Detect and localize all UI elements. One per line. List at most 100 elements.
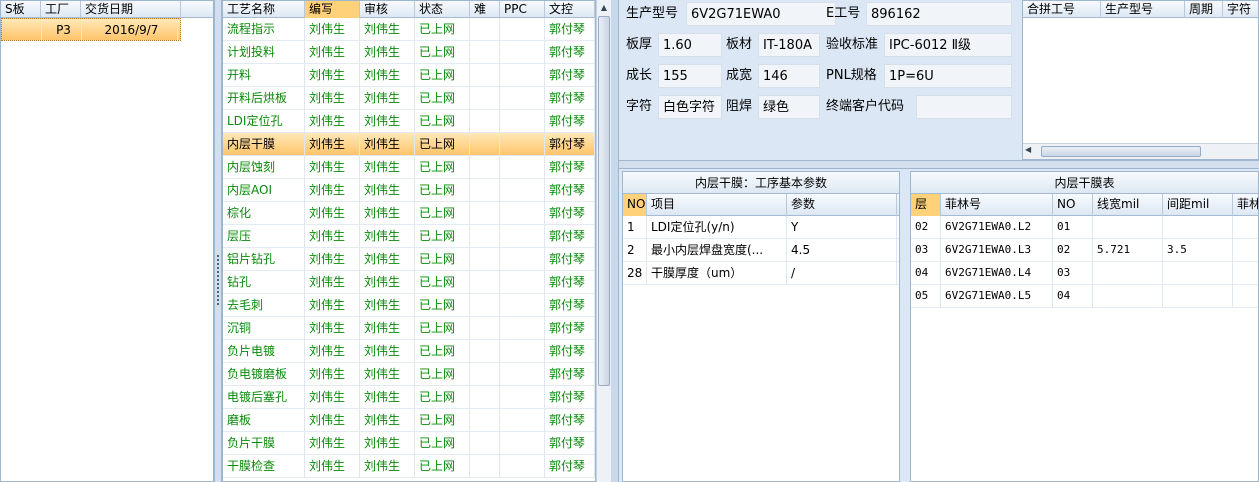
process-cell-reviewer: 刘伟生	[360, 133, 415, 156]
process-row[interactable]: 磨板 刘伟生 刘伟生 已上网 郭付琴	[223, 409, 595, 432]
order-date: 2016/9/7	[82, 19, 178, 42]
col-doc-control[interactable]: 文控	[545, 1, 595, 18]
process-cell-ppc	[500, 409, 545, 432]
process-cell-doc: 郭付琴	[545, 110, 595, 133]
col-process-name[interactable]: 工艺名称	[223, 1, 305, 18]
process-row[interactable]: LDI定位孔 刘伟生 刘伟生 已上网 郭付琴	[223, 110, 595, 133]
process-cell-status: 已上网	[415, 110, 470, 133]
col-merge-no[interactable]: 合拼工号	[1023, 1, 1101, 18]
col-film-no[interactable]: 菲林号	[941, 194, 1053, 216]
process-cell-doc: 郭付琴	[545, 18, 595, 41]
process-row[interactable]: 棕化 刘伟生 刘伟生 已上网 郭付琴	[223, 202, 595, 225]
process-scrollbar[interactable]: ▲	[596, 0, 611, 482]
col-status[interactable]: 状态	[415, 1, 470, 18]
order-row[interactable]: P3 2016/9/7	[1, 18, 181, 42]
col-merge-model[interactable]: 生产型号	[1101, 1, 1185, 18]
col-delivery-date[interactable]: 交货日期	[81, 1, 181, 18]
col-s-board[interactable]: S板	[1, 1, 41, 18]
process-row[interactable]: 钻孔 刘伟生 刘伟生 已上网 郭付琴	[223, 271, 595, 294]
process-cell-diff	[470, 64, 500, 87]
scroll-thumb[interactable]	[598, 16, 610, 386]
col-reviewer[interactable]: 审核	[360, 1, 415, 18]
process-cell-diff	[470, 455, 500, 478]
film-cell-lw: 5.721	[1093, 239, 1163, 262]
scroll-up-icon[interactable]: ▲	[597, 0, 611, 15]
mask-label: 阻焊	[726, 99, 753, 114]
standard-field[interactable]: IPC-6012 Ⅱ级	[884, 33, 1012, 57]
process-cell-diff	[470, 41, 500, 64]
process-cell-status: 已上网	[415, 87, 470, 110]
col-merge-char[interactable]: 字符	[1223, 1, 1258, 18]
process-cell-name: 内层AOI	[223, 179, 305, 202]
process-row[interactable]: 铝片钻孔 刘伟生 刘伟生 已上网 郭付琴	[223, 248, 595, 271]
model-field[interactable]: 6V2G71EWA0	[686, 2, 836, 26]
process-row[interactable]: 内层AOI 刘伟生 刘伟生 已上网 郭付琴	[223, 179, 595, 202]
process-row[interactable]: 流程指示 刘伟生 刘伟生 已上网 郭付琴	[223, 18, 595, 41]
param-row[interactable]: 2 最小内层焊盘宽度(... 4.5	[623, 239, 899, 262]
param-cell-item: LDI定位孔(y/n)	[647, 216, 787, 239]
width-field[interactable]: 146	[758, 64, 820, 88]
process-cell-doc: 郭付琴	[545, 64, 595, 87]
col-film-extra[interactable]: 菲林	[1233, 194, 1258, 216]
char-field[interactable]: 白色字符	[658, 95, 722, 119]
process-row[interactable]: 负片干膜 刘伟生 刘伟生 已上网 郭付琴	[223, 432, 595, 455]
scroll-left-icon[interactable]: ◀	[1025, 145, 1031, 154]
col-layer[interactable]: 层	[911, 194, 941, 216]
col-param-value[interactable]: 参数	[787, 194, 897, 216]
col-param-item[interactable]: 项目	[647, 194, 787, 216]
process-row[interactable]: 内层干膜 刘伟生 刘伟生 已上网 郭付琴	[223, 133, 595, 156]
eno-field[interactable]: 896162	[866, 2, 1012, 26]
process-row[interactable]: 负电镀磨板 刘伟生 刘伟生 已上网 郭付琴	[223, 363, 595, 386]
film-row[interactable]: 02 6V2G71EWA0.L2 01	[911, 216, 1258, 239]
film-cell-lw	[1093, 285, 1163, 308]
process-row[interactable]: 层压 刘伟生 刘伟生 已上网 郭付琴	[223, 225, 595, 248]
film-cell-extra	[1233, 262, 1258, 285]
param-row[interactable]: 1 LDI定位孔(y/n) Y	[623, 216, 899, 239]
vertical-splitter[interactable]	[214, 0, 222, 482]
process-row[interactable]: 内层蚀刻 刘伟生 刘伟生 已上网 郭付琴	[223, 156, 595, 179]
col-writer[interactable]: 编写	[305, 1, 360, 18]
process-cell-diff	[470, 271, 500, 294]
merge-table: 合拼工号 生产型号 周期 字符 ◀	[1022, 0, 1259, 160]
process-cell-doc: 郭付琴	[545, 294, 595, 317]
process-cell-reviewer: 刘伟生	[360, 294, 415, 317]
col-line-width[interactable]: 线宽mil	[1093, 194, 1163, 216]
col-param-no[interactable]: NO	[623, 194, 647, 216]
col-spacing[interactable]: 间距mil	[1163, 194, 1233, 216]
process-cell-name: 流程指示	[223, 18, 305, 41]
merge-scroll-thumb[interactable]	[1041, 146, 1201, 157]
col-film-index[interactable]: NO	[1053, 194, 1093, 216]
param-cell-param: 4.5	[787, 239, 897, 262]
process-cell-reviewer: 刘伟生	[360, 41, 415, 64]
horizontal-splitter[interactable]	[619, 160, 1259, 169]
process-cell-diff	[470, 133, 500, 156]
col-ppc[interactable]: PPC	[500, 1, 545, 18]
process-row[interactable]: 去毛刺 刘伟生 刘伟生 已上网 郭付琴	[223, 294, 595, 317]
pnl-field[interactable]: 1P=6U	[884, 64, 1012, 88]
process-row[interactable]: 干膜检查 刘伟生 刘伟生 已上网 郭付琴	[223, 455, 595, 478]
growth-field[interactable]: 155	[658, 64, 722, 88]
mask-field[interactable]: 绿色	[758, 95, 820, 119]
col-factory[interactable]: 工厂	[41, 1, 81, 18]
col-difficulty[interactable]: 难	[470, 1, 500, 18]
param-row[interactable]: 28 干膜厚度（um） /	[623, 262, 899, 285]
process-row[interactable]: 负片电镀 刘伟生 刘伟生 已上网 郭付琴	[223, 340, 595, 363]
merge-hscrollbar[interactable]: ◀	[1023, 143, 1258, 159]
pnl-label: PNL规格	[826, 68, 877, 83]
customer-field[interactable]	[916, 95, 1012, 119]
process-row[interactable]: 开料 刘伟生 刘伟生 已上网 郭付琴	[223, 64, 595, 87]
process-row[interactable]: 开料后烘板 刘伟生 刘伟生 已上网 郭付琴	[223, 87, 595, 110]
process-row[interactable]: 电镀后塞孔 刘伟生 刘伟生 已上网 郭付琴	[223, 386, 595, 409]
process-cell-status: 已上网	[415, 363, 470, 386]
params-header: NO 项目 参数	[623, 194, 899, 216]
process-cell-writer: 刘伟生	[305, 409, 360, 432]
process-row[interactable]: 沉铜 刘伟生 刘伟生 已上网 郭付琴	[223, 317, 595, 340]
material-field[interactable]: IT-180A	[758, 33, 820, 57]
process-cell-writer: 刘伟生	[305, 455, 360, 478]
col-merge-cycle[interactable]: 周期	[1185, 1, 1223, 18]
process-row[interactable]: 计划投料 刘伟生 刘伟生 已上网 郭付琴	[223, 41, 595, 64]
film-row[interactable]: 05 6V2G71EWA0.L5 04	[911, 285, 1258, 308]
film-row[interactable]: 03 6V2G71EWA0.L3 02 5.721 3.5	[911, 239, 1258, 262]
thickness-field[interactable]: 1.60	[658, 33, 722, 57]
film-row[interactable]: 04 6V2G71EWA0.L4 03	[911, 262, 1258, 285]
